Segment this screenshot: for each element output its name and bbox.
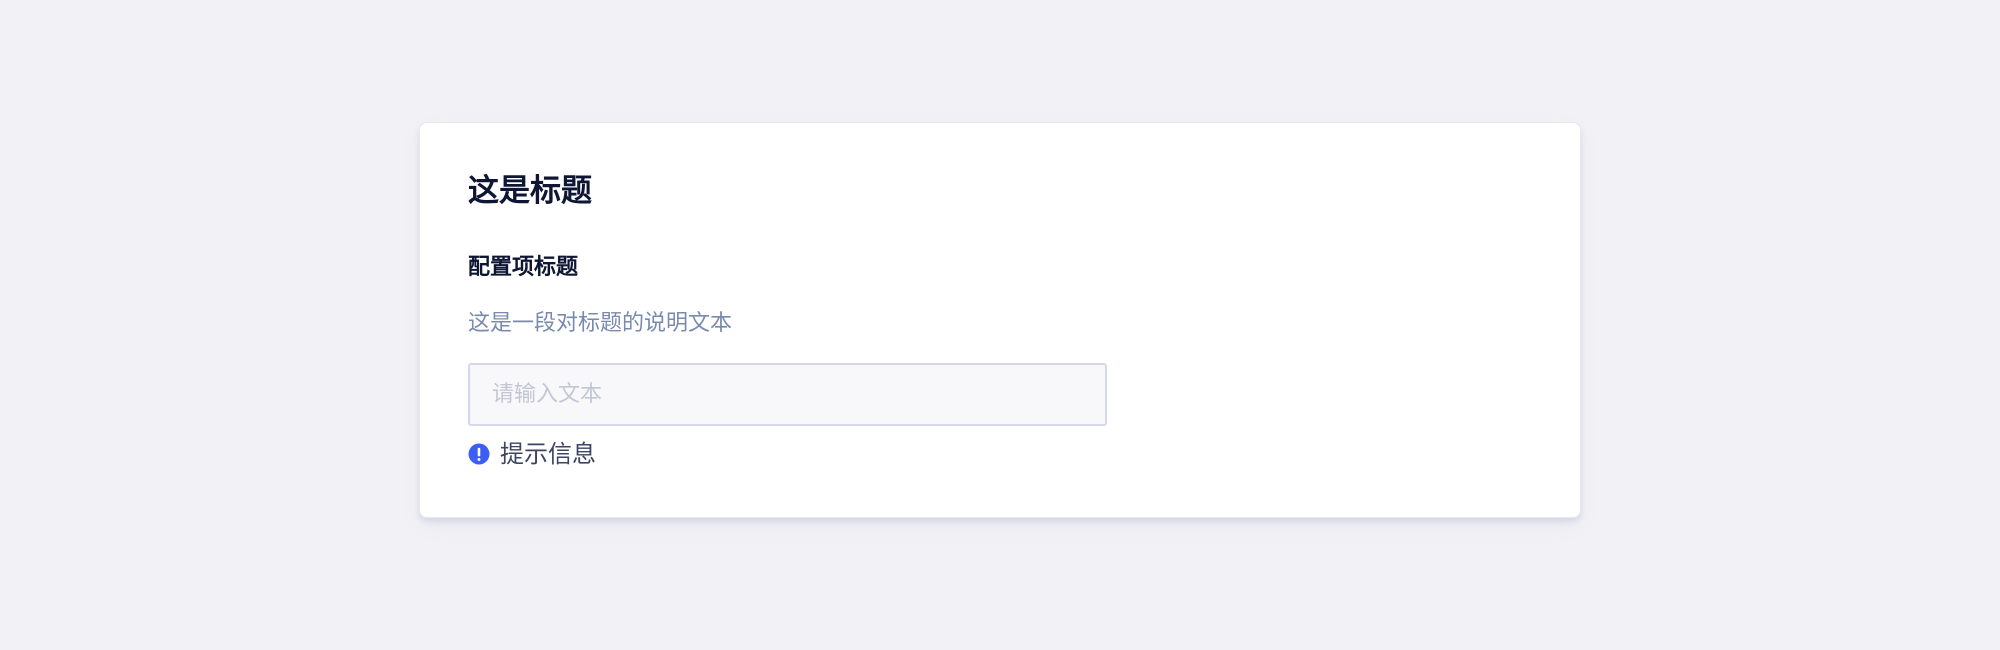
- hint-text: 提示信息: [500, 440, 596, 468]
- settings-card: 这是标题 配置项标题 这是一段对标题的说明文本 提示信息: [419, 122, 1581, 518]
- hint-message: 提示信息: [468, 438, 596, 470]
- info-exclamation-icon: [468, 443, 490, 465]
- card-title: 这是标题: [468, 173, 592, 209]
- text-input[interactable]: [468, 363, 1107, 426]
- config-item-description: 这是一段对标题的说明文本: [468, 311, 733, 336]
- config-item-title: 配置项标题: [468, 255, 579, 280]
